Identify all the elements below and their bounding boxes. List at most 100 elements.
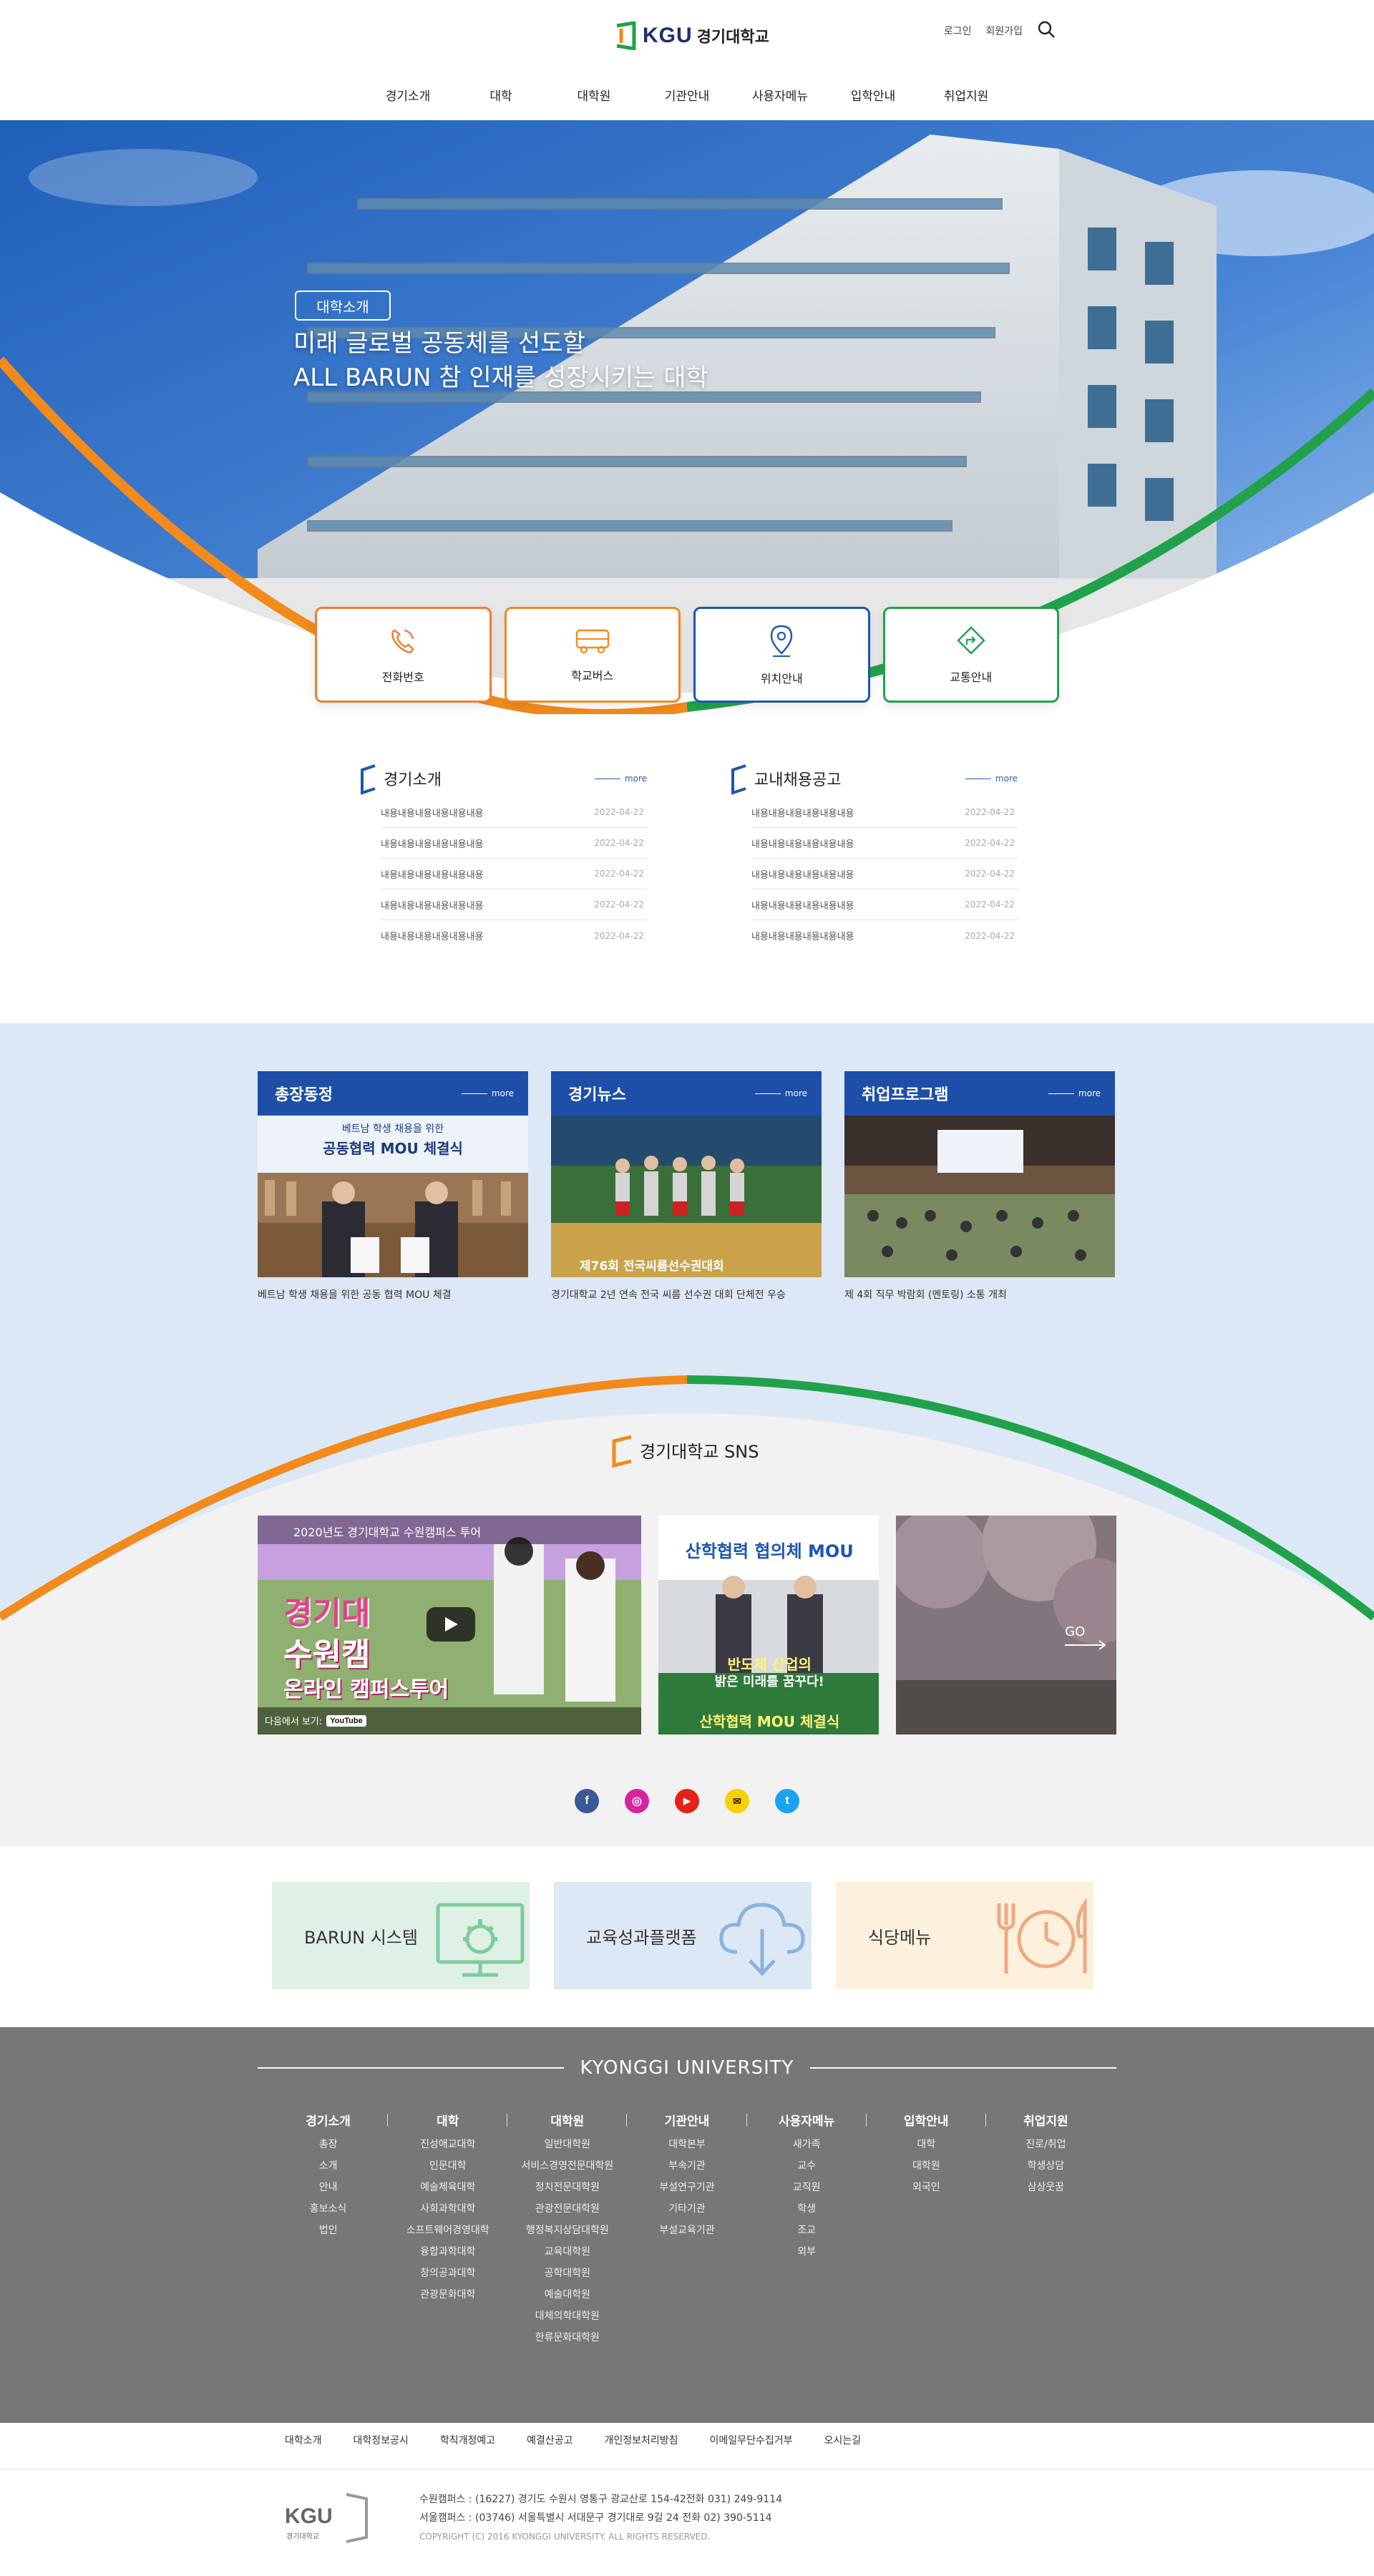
news-caption[interactable]: 베트남 학생 채용을 위한 공동 협력 MOU 체결 bbox=[258, 1287, 528, 1302]
sitemap-heading[interactable]: 경기소개 bbox=[268, 2111, 388, 2134]
list-item[interactable]: 내용내용내용내용내용내용 2022-04-22 bbox=[381, 859, 647, 889]
sitemap-link[interactable]: 부설교육기관 bbox=[627, 2220, 746, 2241]
login-link[interactable]: 로그인 bbox=[944, 24, 972, 38]
quick-link-bus[interactable]: 학교버스 bbox=[504, 607, 681, 703]
sitemap-link[interactable]: 홍보소식 bbox=[268, 2198, 388, 2220]
footer-link-privacy-policy[interactable]: 개인정보처리방침 bbox=[605, 2433, 678, 2447]
sitemap-link[interactable]: 서비스경영전문대학원 bbox=[507, 2155, 627, 2177]
nav-item-college[interactable]: 대학 bbox=[454, 86, 547, 104]
quick-link-location[interactable]: 위치안내 bbox=[693, 607, 870, 703]
university-intro-button[interactable]: 대학소개 bbox=[295, 291, 391, 321]
kakaotalk-icon[interactable]: ✉ bbox=[725, 1789, 749, 1813]
nav-item-graduate[interactable]: 대학원 bbox=[547, 86, 640, 104]
sitemap-link[interactable]: 기타기관 bbox=[627, 2198, 746, 2220]
more-link[interactable]: more bbox=[965, 774, 1018, 784]
sitemap-link[interactable]: 교직원 bbox=[747, 2177, 867, 2198]
list-item[interactable]: 내용내용내용내용내용내용 2022-04-22 bbox=[751, 859, 1018, 889]
sitemap-link[interactable]: 진성애교대학 bbox=[388, 2134, 507, 2155]
sitemap-link[interactable]: 대학본부 bbox=[627, 2134, 746, 2155]
news-card-kgu-news[interactable]: 경기뉴스 more 제76회 전국씨름선수권대회 경기대학교 2년 연속 전국 씨… bbox=[551, 1071, 822, 1302]
list-item[interactable]: 내용내용내용내용내용내용 2022-04-22 bbox=[381, 889, 647, 920]
sitemap-link[interactable]: 법인 bbox=[268, 2220, 388, 2241]
footer-link-directions[interactable]: 오시는길 bbox=[824, 2433, 861, 2447]
join-link[interactable]: 회원가입 bbox=[985, 24, 1023, 38]
news-photo[interactable] bbox=[844, 1116, 1115, 1277]
news-photo[interactable]: 제76회 전국씨름선수권대회 bbox=[551, 1116, 822, 1277]
more-link[interactable]: more bbox=[595, 774, 647, 784]
list-item[interactable]: 내용내용내용내용내용내용 2022-04-22 bbox=[751, 828, 1018, 859]
sitemap-link[interactable]: 관광문화대학 bbox=[388, 2284, 507, 2306]
sitemap-heading[interactable]: 대학 bbox=[388, 2111, 507, 2134]
sitemap-heading[interactable]: 사용자메뉴 bbox=[747, 2111, 867, 2134]
sitemap-heading[interactable]: 기관안내 bbox=[627, 2111, 746, 2134]
sitemap-link[interactable]: 총장 bbox=[268, 2134, 388, 2155]
sitemap-link[interactable]: 일반대학원 bbox=[507, 2134, 627, 2155]
sitemap-link[interactable]: 창의공과대학 bbox=[388, 2263, 507, 2284]
more-link[interactable]: more bbox=[755, 1088, 807, 1098]
sitemap-link[interactable]: 새가족 bbox=[747, 2134, 867, 2155]
footer-link-regulation-notice[interactable]: 학칙개정예고 bbox=[440, 2433, 495, 2447]
sitemap-link[interactable]: 교수 bbox=[747, 2155, 867, 2177]
footer-link-email-refusal[interactable]: 이메일무단수집거부 bbox=[710, 2433, 793, 2447]
sitemap-link[interactable]: 안내 bbox=[268, 2177, 388, 2198]
sitemap-link[interactable]: 대학원 bbox=[867, 2155, 986, 2177]
banner-cafeteria-menu[interactable]: 식당메뉴 bbox=[836, 1882, 1093, 1989]
sitemap-link[interactable]: 행정복지상담대학원 bbox=[507, 2220, 627, 2241]
news-caption[interactable]: 경기대학교 2년 연속 전국 씨름 선수권 대회 단체전 우승 bbox=[551, 1287, 822, 1302]
banner-barun-system[interactable]: BARUN 시스템 bbox=[272, 1882, 530, 1989]
youtube-video-embed[interactable]: 2020년도 경기대학교 수원캠퍼스 투어 경기대 수원캠 온라인 캠퍼스투어 … bbox=[258, 1516, 642, 1735]
sitemap-link[interactable]: 대학 bbox=[867, 2134, 986, 2155]
sitemap-link[interactable]: 진로/취업 bbox=[986, 2134, 1106, 2155]
nav-item-user-menu[interactable]: 사용자메뉴 bbox=[734, 86, 827, 104]
quick-link-phone[interactable]: 전화번호 bbox=[315, 607, 492, 703]
sitemap-link[interactable]: 외부 bbox=[747, 2241, 867, 2263]
list-item[interactable]: 내용내용내용내용내용내용 2022-04-22 bbox=[751, 797, 1018, 828]
kgu-logo[interactable]: KGU 경기대학교 bbox=[614, 21, 769, 50]
nav-item-admission[interactable]: 입학안내 bbox=[827, 86, 920, 104]
sitemap-heading[interactable]: 대학원 bbox=[507, 2111, 627, 2134]
sns-post-mou[interactable]: 산학협력 협의체 MOU 반도체 산업의 밝은 미래를 꿈꾸다! 산학협력 MO… bbox=[658, 1516, 880, 1735]
sitemap-link[interactable]: 부속기관 bbox=[627, 2155, 746, 2177]
sitemap-link[interactable]: 관광전문대학원 bbox=[507, 2198, 627, 2220]
video-play-button[interactable] bbox=[427, 1607, 475, 1641]
sitemap-link[interactable]: 학생 bbox=[747, 2198, 867, 2220]
sitemap-link[interactable]: 대체의학대학원 bbox=[507, 2306, 627, 2327]
list-item[interactable]: 내용내용내용내용내용내용 2022-04-22 bbox=[751, 920, 1018, 951]
news-photo[interactable]: 베트남 학생 채용을 위한 공동협력 MOU 체결식 bbox=[258, 1116, 528, 1277]
list-item[interactable]: 내용내용내용내용내용내용 2022-04-22 bbox=[381, 828, 647, 859]
nav-item-institutions[interactable]: 기관안내 bbox=[640, 86, 734, 104]
news-caption[interactable]: 제 4회 직무 박람회 (멘토링) 소통 개최 bbox=[844, 1287, 1115, 1302]
sitemap-link[interactable]: 융합과학대학 bbox=[388, 2241, 507, 2263]
watch-on-youtube[interactable]: 다음에서 보기: YouTube bbox=[265, 1714, 366, 1727]
sitemap-heading[interactable]: 취업지원 bbox=[986, 2111, 1106, 2134]
twitter-icon[interactable]: t bbox=[775, 1789, 799, 1813]
instagram-icon[interactable]: ◎ bbox=[625, 1789, 649, 1813]
sitemap-link[interactable]: 소프트웨어경영대학 bbox=[388, 2220, 507, 2241]
sitemap-link[interactable]: 사회과학대학 bbox=[388, 2198, 507, 2220]
sitemap-link[interactable]: 삼상웃꿈 bbox=[986, 2177, 1106, 2198]
sitemap-link[interactable]: 외국인 bbox=[867, 2177, 986, 2198]
more-link[interactable]: more bbox=[462, 1088, 514, 1098]
footer-link-about[interactable]: 대학소개 bbox=[285, 2433, 322, 2447]
sitemap-link[interactable]: 학생상담 bbox=[986, 2155, 1106, 2177]
sitemap-link[interactable]: 인문대학 bbox=[388, 2155, 507, 2177]
sitemap-link[interactable]: 예술체육대학 bbox=[388, 2177, 507, 2198]
news-card-career-program[interactable]: 취업프로그램 more 제 4회 직무 박람회 (멘토링) 소통 개최 bbox=[844, 1071, 1115, 1302]
list-item[interactable]: 내용내용내용내용내용내용 2022-04-22 bbox=[381, 797, 647, 828]
quick-link-directions[interactable]: 교통안내 bbox=[882, 607, 1059, 703]
list-item[interactable]: 내용내용내용내용내용내용 2022-04-22 bbox=[381, 920, 647, 951]
list-item[interactable]: 내용내용내용내용내용내용 2022-04-22 bbox=[751, 889, 1018, 920]
sitemap-link[interactable]: 공학대학원 bbox=[507, 2263, 627, 2284]
more-link[interactable]: more bbox=[1048, 1088, 1101, 1098]
sitemap-link[interactable]: 조교 bbox=[747, 2220, 867, 2241]
nav-item-about[interactable]: 경기소개 bbox=[361, 86, 454, 104]
facebook-icon[interactable]: f bbox=[575, 1789, 599, 1813]
news-card-president[interactable]: 총장동정 more 베트남 학생 채용을 위한 공동협력 MOU 체결식 베트남 … bbox=[258, 1071, 528, 1302]
sns-more-go-button[interactable]: GO bbox=[896, 1516, 1116, 1735]
footer-link-disclosure[interactable]: 대학정보공시 bbox=[354, 2433, 409, 2447]
sitemap-heading[interactable]: 입학안내 bbox=[867, 2111, 986, 2134]
search-icon[interactable] bbox=[1037, 20, 1056, 42]
sitemap-link[interactable]: 정치전문대학원 bbox=[507, 2177, 627, 2198]
sitemap-link[interactable]: 소개 bbox=[268, 2155, 388, 2177]
sitemap-link[interactable]: 예술대학원 bbox=[507, 2284, 627, 2306]
